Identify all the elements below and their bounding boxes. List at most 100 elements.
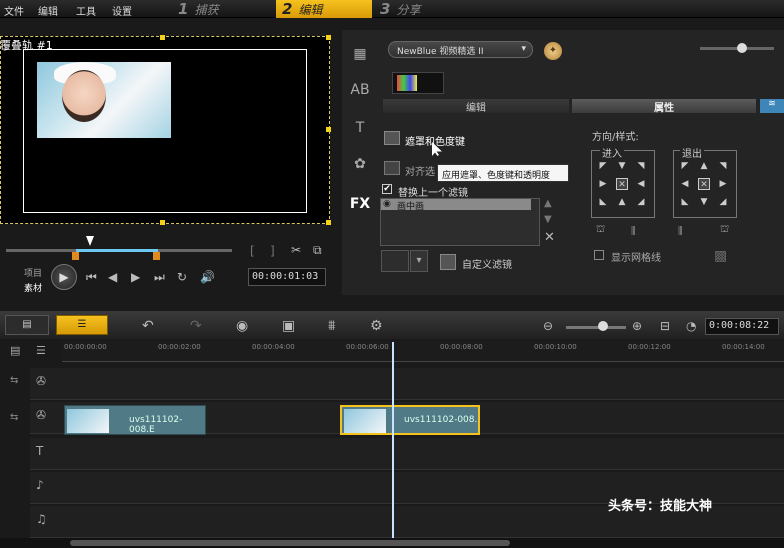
tab-more-icon[interactable]: ≋	[760, 99, 784, 113]
enter-arrow-w-icon[interactable]: ▶	[597, 178, 609, 190]
fit-project-icon[interactable]: ⊟	[660, 319, 670, 333]
resize-handle[interactable]	[326, 220, 331, 225]
expand-icon[interactable]: ⧉	[313, 243, 322, 258]
preset-dropdown-arrow[interactable]: ▾	[410, 250, 428, 272]
replace-filter-checkbox[interactable]: ✔	[382, 184, 392, 194]
record-capture-icon[interactable]: ◉	[236, 318, 248, 334]
resize-handle[interactable]	[326, 35, 331, 40]
image-editor-icon[interactable]: ▣	[282, 318, 295, 334]
resize-handle[interactable]	[326, 127, 331, 132]
delete-filter-icon[interactable]: ✕	[544, 230, 555, 245]
menu-settings[interactable]: 设置	[112, 3, 132, 18]
redo-icon[interactable]: ↷	[190, 318, 202, 334]
effects-dropdown[interactable]: NewBlue 视频精选 II ▾	[388, 41, 533, 58]
undo-icon[interactable]: ↶	[142, 318, 154, 334]
zoom-slider-thumb[interactable]	[598, 321, 608, 331]
enter-arrow-sw-icon[interactable]: ◣	[597, 196, 609, 208]
exit-fade-icon[interactable]: ⛫	[720, 224, 729, 237]
enter-arrow-ne-icon[interactable]: ◥	[635, 160, 647, 172]
graphic-icon[interactable]: ✿	[346, 150, 374, 178]
trim-end-handle[interactable]	[153, 252, 160, 260]
transition-icon[interactable]: AB	[346, 76, 374, 104]
storyboard-view-icon[interactable]: ▤	[5, 315, 49, 335]
timeline-clip-selected[interactable]: uvs111102-008.	[340, 405, 480, 435]
move-up-icon[interactable]: ▲	[544, 198, 552, 209]
enter-arrow-e-icon[interactable]: ◀	[635, 178, 647, 190]
timeline-clip[interactable]: uvs111102-008.E	[64, 405, 206, 435]
exit-arrow-n-icon[interactable]: ▲	[698, 160, 710, 172]
project-duration-value: 0:00:08:22	[709, 320, 770, 331]
eye-icon[interactable]: ◉	[383, 199, 391, 209]
align-options-link[interactable]: 对齐选	[405, 163, 435, 178]
resize-handle[interactable]	[160, 220, 165, 225]
exit-arrow-sw-icon[interactable]: ◣	[679, 196, 691, 208]
exit-arrow-ne-icon[interactable]: ◥	[717, 160, 729, 172]
media-library-icon[interactable]: ▦	[346, 40, 374, 68]
preset-swatch[interactable]	[381, 250, 409, 272]
enter-static-icon[interactable]: ✕	[616, 178, 628, 190]
exit-arrow-e-icon[interactable]: ▶	[717, 178, 729, 190]
clip-label: uvs111102-008.E	[129, 415, 183, 435]
grid-settings-icon[interactable]: ▩	[714, 248, 727, 264]
go-start-icon[interactable]: ⏮	[86, 270, 97, 285]
show-grid-checkbox[interactable]	[594, 250, 604, 260]
mark-in-icon[interactable]: [	[250, 244, 255, 258]
timeline-view-icon[interactable]: ☰	[56, 315, 108, 335]
zoom-slider[interactable]	[566, 326, 626, 329]
project-label[interactable]: 项目	[24, 266, 42, 279]
enter-arrow-se-icon[interactable]: ◢	[635, 196, 647, 208]
timeline-ruler[interactable]: 00:00:00:00 00:00:02:00 00:00:04:00 00:0…	[62, 340, 784, 362]
go-end-icon[interactable]: ⏭	[154, 270, 165, 285]
next-frame-icon[interactable]: ▶	[131, 270, 140, 284]
track-visibility-icon[interactable]: ⇆	[10, 412, 18, 423]
menu-tools[interactable]: 工具	[76, 3, 96, 18]
exit-arrow-w-icon[interactable]: ◀	[679, 178, 691, 190]
custom-filter-icon[interactable]	[440, 254, 456, 270]
title-icon[interactable]: T	[346, 114, 374, 142]
timecode-display[interactable]: 00:00:01:03	[248, 268, 326, 286]
mark-out-icon[interactable]: ]	[270, 244, 275, 258]
enter-arrow-nw-icon[interactable]: ◤	[597, 160, 609, 172]
enter-rotate-icon[interactable]: ⫼	[631, 226, 636, 237]
playhead[interactable]	[392, 342, 394, 538]
exit-rotate-icon[interactable]: ⫼	[678, 226, 683, 237]
custom-filter-label[interactable]: 自定义滤镜	[462, 256, 512, 271]
menu-file[interactable]: 文件	[4, 3, 24, 18]
filter-fx-icon[interactable]: FX	[346, 190, 374, 218]
enter-arrow-s-icon[interactable]: ▲	[616, 196, 628, 208]
gallery-settings-icon[interactable]: ✦	[544, 42, 562, 60]
exit-static-icon[interactable]: ✕	[698, 178, 710, 190]
exit-arrow-s-icon[interactable]: ▼	[698, 196, 710, 208]
play-button[interactable]: ▶	[51, 264, 77, 290]
zoom-out-icon[interactable]: ⊖	[543, 319, 553, 333]
volume-icon[interactable]: 🔊	[200, 270, 215, 284]
zoom-in-icon[interactable]: ⊕	[632, 319, 642, 333]
clip-label[interactable]: 素材	[24, 281, 42, 294]
exit-arrow-nw-icon[interactable]: ◤	[679, 160, 691, 172]
trim-start-handle[interactable]	[72, 252, 79, 260]
size-slider-thumb[interactable]	[737, 43, 747, 53]
track-visibility-icon[interactable]: ⇆	[10, 375, 18, 386]
scrub-thumb[interactable]	[86, 236, 94, 246]
tab-attributes[interactable]: 属性	[572, 99, 756, 114]
tab-edit[interactable]: 编辑	[383, 99, 569, 114]
menu-edit[interactable]: 编辑	[38, 3, 58, 18]
tick-label: 00:00:00:00	[64, 343, 107, 351]
track-manager-icon[interactable]: ▤	[10, 344, 20, 357]
move-down-icon[interactable]: ▼	[544, 214, 552, 225]
auto-music-icon[interactable]: ⚙	[370, 318, 383, 334]
enter-fade-icon[interactable]: ⛫	[596, 224, 605, 237]
filter-list-item[interactable]: 画中画	[381, 199, 531, 212]
enter-arrow-n-icon[interactable]: ▼	[616, 160, 628, 172]
step-edit[interactable]: 2 编辑	[276, 0, 372, 18]
audio-mixer-icon[interactable]: ⩩	[328, 318, 335, 334]
chapter-list-icon[interactable]: ☰	[36, 344, 46, 357]
exit-arrow-se-icon[interactable]: ◢	[717, 196, 729, 208]
resize-handle[interactable]	[160, 35, 165, 40]
repeat-icon[interactable]: ↻	[177, 270, 187, 284]
step-share[interactable]: 3 分享	[376, 0, 466, 18]
prev-frame-icon[interactable]: ◀	[108, 270, 117, 284]
scissors-icon[interactable]: ✂	[291, 243, 301, 257]
scrollbar-thumb[interactable]	[70, 540, 510, 546]
step-capture[interactable]: 1 捕获	[178, 0, 274, 18]
